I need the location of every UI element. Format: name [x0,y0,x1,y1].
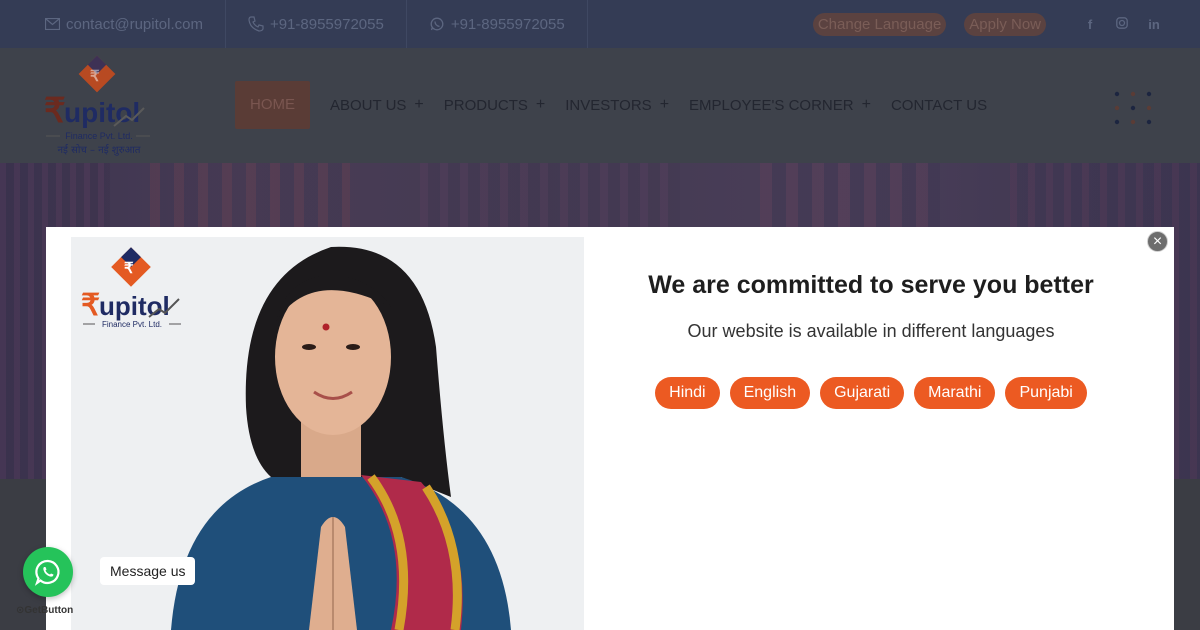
top-bar-actions: Change Language Apply Now f in [812,0,1160,48]
apply-now-button[interactable]: Apply Now [964,12,1046,36]
whatsapp-message-label[interactable]: Message us [100,557,196,585]
svg-text:₹: ₹ [124,260,134,277]
logo-tagline: Finance Pvt. Ltd. [65,131,133,141]
phone-contact[interactable]: +91-8955972055 [226,0,407,48]
photo-logo-wordmark: upitol [99,291,170,321]
top-bar: contact@rupitol.com +91-8955972055 +91-8… [0,0,1200,48]
modal-title: We are committed to serve you better [648,271,1094,299]
whatsapp-icon [429,16,445,32]
email-contact[interactable]: contact@rupitol.com [0,0,226,48]
svg-text:₹: ₹ [90,68,100,85]
close-icon[interactable]: × [1147,231,1168,252]
site-header: ₹ ₹ upitol Finance Pvt. Ltd. नई सोच – नई… [0,48,1200,163]
main-nav: HOME ABOUT US + PRODUCTS + INVESTORS + EMPL… [235,81,1007,129]
nav-label: PRODUCTS [443,96,528,114]
language-button-punjabi[interactable]: Punjabi [1005,377,1087,409]
linkedin-icon[interactable]: in [1148,17,1160,32]
grid-menu-icon[interactable] [1114,89,1152,127]
svg-text:₹: ₹ [81,289,100,322]
whatsapp-chat-button[interactable] [23,547,73,597]
language-modal: ₹ ₹ upitol Finance Pvt. Ltd. × We are co… [46,227,1174,630]
language-button-gujarati[interactable]: Gujarati [820,377,905,409]
whatsapp-text: +91-8955972055 [450,15,565,33]
phone-text: +91-8955972055 [269,15,384,33]
nav-item-employees-corner[interactable]: EMPLOYEE'S CORNER + [689,96,871,114]
language-button-hindi[interactable]: Hindi [655,377,720,409]
phone-icon [248,16,264,32]
nav-item-investors[interactable]: INVESTORS + [565,96,669,114]
nav-item-products[interactable]: PRODUCTS + [444,96,546,114]
logo-slogan: नई सोच – नई शुरुआत [57,144,140,156]
logo-wordmark: upitol [64,97,140,128]
whatsapp-icon [34,559,60,586]
photo-logo-tagline: Finance Pvt. Ltd. [102,320,162,329]
site-logo[interactable]: ₹ ₹ upitol Finance Pvt. Ltd. नई सोच – नई… [44,54,154,158]
language-button-marathi[interactable]: Marathi [914,377,996,409]
nav-item-contact-us[interactable]: CONTACT US [891,97,987,114]
svg-text:₹: ₹ [44,92,66,130]
plus-icon: + [861,96,871,113]
instagram-icon[interactable] [1116,16,1128,32]
plus-icon: + [659,96,670,113]
getbutton-branding[interactable]: ⊙GetButton [16,605,73,616]
email-text: contact@rupitol.com [66,15,203,33]
language-button-english[interactable]: English [729,377,811,409]
branding-text: GetButton [24,605,74,616]
facebook-icon[interactable]: f [1084,17,1096,32]
mail-icon [44,16,60,32]
plus-icon: + [535,96,546,113]
whatsapp-contact[interactable]: +91-8955972055 [407,0,588,48]
language-options: Hindi English Gujarati Marathi Punjabi [584,377,1158,409]
plus-icon: + [414,96,424,113]
nav-item-home[interactable]: HOME [235,81,310,129]
nav-label: INVESTORS [565,96,652,114]
change-language-button[interactable]: Change Language [812,12,947,36]
modal-subtitle: Our website is available in different la… [687,321,1055,341]
nav-item-about-us[interactable]: ABOUT US + [330,96,424,114]
nav-label: ABOUT US [330,96,407,114]
nav-label: EMPLOYEE'S CORNER [689,96,854,114]
